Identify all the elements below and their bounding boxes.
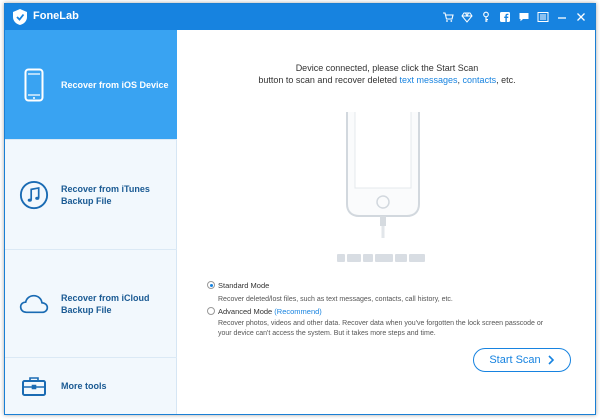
advanced-mode-radio[interactable] — [207, 307, 215, 315]
recommend-tag: (Recommend) — [274, 307, 322, 316]
fonelab-logo-icon — [13, 9, 27, 25]
standard-mode-label[interactable]: Standard Mode — [218, 281, 269, 290]
phone-icon — [19, 68, 49, 101]
start-scan-label: Start Scan — [489, 354, 541, 366]
device-illustration — [345, 112, 421, 242]
minimize-icon[interactable] — [554, 9, 570, 25]
start-scan-button[interactable]: Start Scan — [473, 348, 571, 372]
facebook-icon[interactable] — [497, 9, 513, 25]
cloud-icon — [19, 289, 49, 319]
contacts-link[interactable]: contacts — [463, 75, 497, 85]
instruction-text: button to scan and recover deleted — [258, 75, 400, 85]
sidebar-item-more-tools[interactable]: More tools — [5, 358, 177, 414]
instruction-suffix: , etc. — [496, 75, 516, 85]
sidebar-item-recover-ios-device[interactable]: Recover from iOS Device — [5, 30, 183, 140]
scan-instruction: Device connected, please click the Start… — [217, 62, 557, 86]
chat-icon[interactable] — [516, 9, 532, 25]
sidebar-item-recover-itunes-backup[interactable]: Recover from iTunes Backup File — [5, 140, 177, 250]
standard-mode-description: Recover deleted/lost files, such as text… — [218, 296, 453, 303]
blurred-text — [395, 254, 407, 262]
blurred-text — [409, 254, 425, 262]
close-icon[interactable] — [573, 9, 589, 25]
sidebar-item-label: Recover from iTunes Backup File — [61, 183, 150, 206]
standard-mode-radio[interactable] — [207, 281, 215, 289]
chevron-right-icon — [548, 355, 554, 365]
sidebar-item-label: Recover from iCloud Backup File — [61, 292, 150, 315]
sidebar-item-label: More tools — [61, 381, 107, 391]
sidebar-item-recover-icloud-backup[interactable]: Recover from iCloud Backup File — [5, 250, 177, 358]
menu-icon[interactable] — [535, 9, 551, 25]
music-note-icon — [19, 180, 49, 210]
cart-icon[interactable] — [440, 9, 456, 25]
blurred-text — [363, 254, 373, 262]
instruction-line-1: Device connected, please click the Start… — [295, 63, 479, 73]
blurred-text — [337, 254, 345, 262]
main-panel: Device connected, please click the Start… — [177, 30, 595, 414]
diamond-icon[interactable] — [459, 9, 475, 25]
device-name-blurred — [337, 254, 425, 264]
app-title: FoneLab — [33, 10, 79, 22]
toolbox-icon — [19, 371, 49, 401]
sidebar: Recover from iOS Device Recover from iTu… — [5, 30, 183, 414]
blurred-text — [375, 254, 393, 262]
instruction-line-2: button to scan and recover deleted text … — [217, 74, 557, 86]
advanced-mode-label: Advanced Mode — [218, 307, 273, 316]
blurred-text — [347, 254, 361, 262]
title-bar: FoneLab — [5, 4, 595, 30]
advanced-mode-description-2: your device can't access the system. But… — [218, 330, 436, 337]
advanced-mode-label-wrap[interactable]: Advanced Mode (Recommend) — [218, 307, 322, 316]
advanced-mode-description-1: Recover photos, videos and other data. R… — [218, 320, 544, 327]
key-icon[interactable] — [478, 9, 494, 25]
sidebar-item-label: Recover from iOS Device — [61, 79, 169, 90]
text-messages-link[interactable]: text messages — [400, 75, 458, 85]
app-window: FoneLab Recover from iOS Device Recover … — [4, 3, 596, 415]
title-bar-icons — [440, 8, 589, 26]
